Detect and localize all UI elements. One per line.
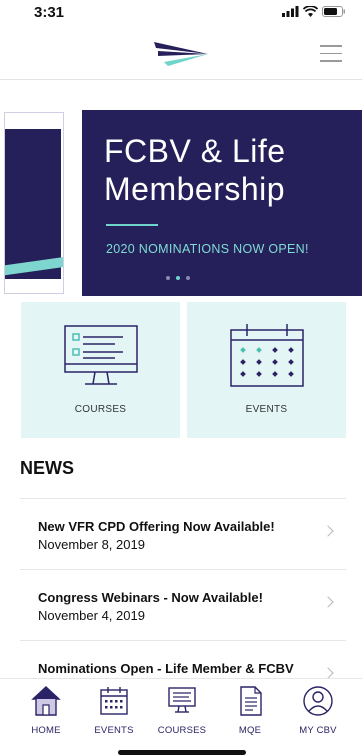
carousel-prev-slide[interactable]: [4, 112, 64, 294]
news-heading: NEWS: [20, 458, 74, 478]
cbv-logo-icon[interactable]: [150, 40, 212, 68]
news-item-date: November 4, 2019: [38, 608, 145, 623]
app-header: [0, 32, 362, 80]
user-icon: [303, 686, 333, 716]
calendar-icon: [100, 687, 128, 715]
banner-title-line1: FCBV & Life: [104, 133, 286, 169]
banner-title-line2: Membership: [104, 171, 286, 207]
tab-courses[interactable]: COURSES: [146, 685, 218, 736]
chevron-right-icon: [322, 596, 334, 608]
quick-links: COURSES EVENTS: [21, 302, 346, 438]
carousel-pager[interactable]: [166, 276, 190, 280]
status-icons: [282, 6, 346, 17]
tab-home-label: HOME: [31, 725, 61, 736]
calendar-icon: [230, 324, 304, 387]
events-tile-label: EVENTS: [245, 404, 288, 415]
hamburger-menu-icon[interactable]: [320, 45, 342, 63]
tab-my-cbv-label: MY CBV: [299, 725, 337, 736]
banner-title: FCBV & Life Membership: [104, 132, 286, 208]
banner-subtitle: 2020 NOMINATIONS NOW OPEN!: [106, 242, 309, 256]
monitor-icon: [168, 687, 196, 713]
news-item-title: Nominations Open - Life Member & FCBV: [38, 661, 294, 676]
pager-dot-active[interactable]: [176, 276, 180, 280]
courses-tile[interactable]: COURSES: [21, 302, 180, 438]
events-tile[interactable]: EVENTS: [187, 302, 346, 438]
tab-mqe[interactable]: MQE: [214, 685, 286, 736]
pager-dot[interactable]: [166, 276, 170, 280]
banner-carousel[interactable]: FCBV & Life Membership 2020 NOMINATIONS …: [0, 110, 362, 296]
battery-icon: [322, 6, 345, 17]
document-icon: [240, 686, 262, 716]
news-item-title: New VFR CPD Offering Now Available!: [38, 519, 275, 534]
tab-my-cbv[interactable]: MY CBV: [282, 685, 354, 736]
monitor-icon: [64, 325, 138, 385]
tab-events[interactable]: EVENTS: [78, 685, 150, 736]
home-indicator: [118, 750, 246, 755]
status-bar: 3:31: [0, 0, 362, 32]
chevron-right-icon: [322, 667, 334, 679]
news-item-title: Congress Webinars - Now Available!: [38, 590, 263, 605]
bottom-tab-bar: HOME EVENTS COURSES MQE MY CBV: [0, 678, 362, 756]
news-item[interactable]: New VFR CPD Offering Now Available! Nove…: [20, 498, 346, 569]
carousel-active-slide[interactable]: FCBV & Life Membership 2020 NOMINATIONS …: [82, 110, 362, 296]
tab-home[interactable]: HOME: [10, 685, 82, 736]
tab-courses-label: COURSES: [157, 725, 207, 736]
pager-dot[interactable]: [186, 276, 190, 280]
tab-events-label: EVENTS: [94, 725, 134, 736]
wifi-icon: [303, 6, 318, 17]
tab-mqe-label: MQE: [238, 725, 262, 736]
home-icon: [31, 686, 61, 716]
signal-icon: [282, 6, 299, 17]
status-time: 3:31: [34, 4, 65, 21]
chevron-right-icon: [322, 525, 334, 537]
banner-divider: [106, 224, 158, 226]
news-item[interactable]: Congress Webinars - Now Available! Novem…: [20, 569, 346, 640]
courses-tile-label: COURSES: [74, 404, 127, 415]
news-item-date: November 8, 2019: [38, 537, 145, 552]
